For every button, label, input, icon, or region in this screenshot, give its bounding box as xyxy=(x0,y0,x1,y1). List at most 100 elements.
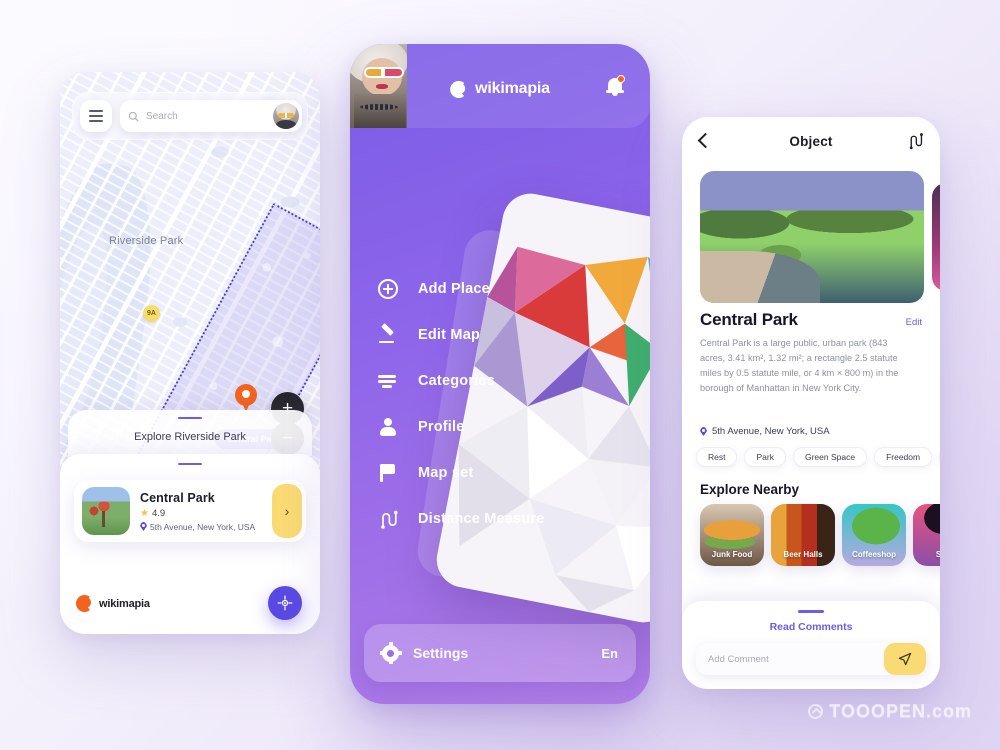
comment-placeholder: Add Comment xyxy=(708,653,769,665)
map-pin-central-park[interactable] xyxy=(235,384,257,413)
nearby-card-label: Coffeeshop xyxy=(852,550,896,559)
menu-list: Add Place Edit Map Categories Profile Ma… xyxy=(378,266,618,542)
sheet-grab-handle[interactable] xyxy=(178,463,202,465)
send-comment-button[interactable] xyxy=(884,643,926,675)
notification-badge xyxy=(617,75,625,83)
road-badge-9a: 9A xyxy=(143,305,160,322)
page-title: Object xyxy=(789,133,833,149)
read-comments-link[interactable]: Read Comments xyxy=(682,621,940,633)
menu-item-label: Map set xyxy=(418,465,474,481)
pencil-icon xyxy=(378,325,398,345)
place-detail-button[interactable]: › xyxy=(272,484,302,538)
avatar-necklace xyxy=(360,104,398,110)
address-text: 5th Avenue, New York, USA xyxy=(150,521,256,532)
distance-measure-icon xyxy=(378,509,398,529)
hero-image[interactable] xyxy=(700,171,924,303)
hamburger-icon[interactable] xyxy=(80,100,112,132)
add-comment-input[interactable]: Add Comment xyxy=(696,643,926,675)
detail-header: Object xyxy=(682,117,940,165)
avatar-glasses xyxy=(364,67,404,78)
tag-chip[interactable]: Green Space xyxy=(792,447,868,467)
place-address: 5th Avenue, New York, USA xyxy=(140,522,272,532)
watermark-icon xyxy=(808,704,824,719)
send-icon xyxy=(898,652,912,666)
menu-phone: wikimapia Add Place Edit Map Categories … xyxy=(350,44,650,704)
location-pin-icon xyxy=(700,427,707,436)
tag-list: Rest Park Green Space Freedom Vermin xyxy=(696,447,940,467)
object-address: 5th Avenue, New York, USA xyxy=(700,426,830,437)
place-rating: ★ 4.9 xyxy=(140,508,272,519)
menu-item-profile[interactable]: Profile xyxy=(378,404,618,450)
tag-chip[interactable]: Rest xyxy=(696,447,738,467)
filter-lines-icon xyxy=(378,371,398,391)
map-label-riverside-park: Riverside Park xyxy=(109,235,184,247)
brand-logo: wikimapia xyxy=(76,595,150,612)
wikimapia-logo-icon xyxy=(450,80,468,98)
explore-nearby-title: Explore Nearby xyxy=(700,482,800,497)
brand-name: wikimapia xyxy=(99,597,150,610)
menu-item-label: Edit Map xyxy=(418,327,481,343)
detail-phone: Object Central Park Edit Central Park is… xyxy=(682,117,940,689)
menu-item-label: Add Place xyxy=(418,281,490,297)
locate-target-icon[interactable] xyxy=(268,586,302,620)
nearby-card-junk-food[interactable]: Junk Food xyxy=(700,504,764,566)
menu-item-distance-measure[interactable]: Distance Measure xyxy=(378,496,618,542)
tag-chip[interactable]: Park xyxy=(744,447,786,467)
explore-nearby-list: Junk Food Beer Halls Coffeeshop Strip xyxy=(700,504,940,566)
gear-icon xyxy=(379,642,402,664)
place-sheet: Central Park ★ 4.9 5th Avenue, New York,… xyxy=(60,454,320,634)
search-input[interactable]: Search xyxy=(120,100,302,132)
menu-item-add-place[interactable]: Add Place xyxy=(378,266,618,312)
menu-item-label: Profile xyxy=(418,419,465,435)
tag-chip[interactable]: Freedom xyxy=(874,447,933,467)
flag-icon xyxy=(378,463,398,483)
menu-item-map-set[interactable]: Map set xyxy=(378,450,618,496)
menu-item-edit-map[interactable]: Edit Map xyxy=(378,312,618,358)
location-pin-icon xyxy=(140,522,147,531)
gallery-next-image[interactable] xyxy=(932,183,940,291)
avatar[interactable] xyxy=(273,103,299,129)
pin-body xyxy=(235,384,257,406)
object-description: Central Park is a large public, urban pa… xyxy=(700,338,899,393)
list-item[interactable]: Central Park ★ 4.9 5th Avenue, New York,… xyxy=(74,480,306,542)
brand-logo: wikimapia xyxy=(450,80,550,98)
star-icon: ★ xyxy=(140,507,149,519)
search-icon xyxy=(128,111,139,122)
bell-icon[interactable] xyxy=(606,75,628,100)
sheet-grab-handle[interactable] xyxy=(798,610,824,613)
object-name: Central Park xyxy=(700,310,798,329)
settings-bar[interactable]: Settings En xyxy=(364,624,636,682)
sheet-grab-handle xyxy=(178,417,202,419)
nearby-card-beer-halls[interactable]: Beer Halls xyxy=(771,504,835,566)
avatar-lips xyxy=(376,84,388,89)
nearby-card-coffeeshop[interactable]: Coffeeshop xyxy=(842,504,906,566)
nearby-card-label: Junk Food xyxy=(711,550,753,559)
tag-chip[interactable]: Vermin xyxy=(939,447,940,467)
menu-item-label: Distance Measure xyxy=(418,511,545,527)
search-placeholder: Search xyxy=(146,110,178,122)
explore-sheet-collapsed[interactable]: Explore Riverside Park xyxy=(68,410,312,456)
explore-sheet-title: Explore Riverside Park xyxy=(134,431,246,443)
wikimapia-logo-icon xyxy=(76,595,93,612)
menu-item-label: Categories xyxy=(418,373,495,389)
crosshair-icon xyxy=(277,595,293,611)
edit-link[interactable]: Edit xyxy=(906,317,922,328)
plus-circle-icon xyxy=(378,279,398,299)
distance-measure-icon[interactable] xyxy=(907,131,924,155)
nearby-card-label: Strip xyxy=(935,550,940,559)
address-text: 5th Avenue, New York, USA xyxy=(712,426,830,437)
avatar-body xyxy=(354,94,406,128)
person-icon xyxy=(378,417,398,437)
settings-label: Settings xyxy=(413,645,469,661)
place-meta: Central Park ★ 4.9 5th Avenue, New York,… xyxy=(140,491,272,532)
rating-value: 4.9 xyxy=(151,507,166,519)
place-name: Central Park xyxy=(140,490,215,505)
brand-name: wikimapia xyxy=(475,80,550,97)
chevron-left-icon[interactable] xyxy=(698,134,707,148)
map-phone: Riverside Park 78 9A 1A Central Park Sea… xyxy=(60,72,320,634)
search-row: Search xyxy=(80,100,302,132)
language-selector[interactable]: En xyxy=(601,646,618,661)
menu-item-categories[interactable]: Categories xyxy=(378,358,618,404)
nearby-card-strip[interactable]: Strip xyxy=(913,504,940,566)
avatar[interactable] xyxy=(350,44,407,128)
